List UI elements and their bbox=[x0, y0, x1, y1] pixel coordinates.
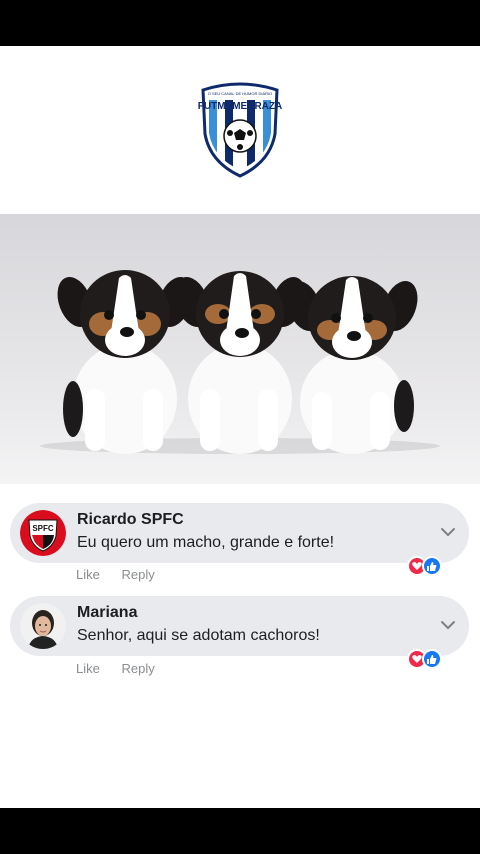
spfc-badge-text: SPFC bbox=[32, 524, 54, 533]
comment-author[interactable]: Ricardo SPFC bbox=[77, 511, 184, 529]
comment-text: Senhor, aqui se adotam cachoros! bbox=[77, 627, 320, 644]
comment-text: Eu quero um macho, grande e forte! bbox=[77, 534, 335, 551]
puppies-photo bbox=[0, 214, 480, 484]
comment-actions: Like Reply bbox=[76, 567, 173, 582]
reply-button[interactable]: Reply bbox=[121, 567, 154, 582]
brand-logo: O SEU CANAL DE HUMOR DIÁRIO FUTMEMEBRAZA bbox=[0, 78, 480, 178]
reply-button[interactable]: Reply bbox=[121, 661, 154, 676]
reaction-badges[interactable] bbox=[407, 649, 443, 669]
logo-brand-name: FUTMEMEBRAZA bbox=[198, 101, 282, 112]
chevron-down-icon[interactable] bbox=[439, 523, 457, 541]
comment-mariana: Mariana Senhor, aqui se adotam cachoros! bbox=[10, 596, 469, 656]
like-button[interactable]: Like bbox=[76, 661, 100, 676]
futmemebraza-shield-logo: O SEU CANAL DE HUMOR DIÁRIO FUTMEMEBRAZA bbox=[198, 82, 282, 178]
avatar-spfc[interactable]: SPFC bbox=[20, 510, 66, 556]
post-frame: O SEU CANAL DE HUMOR DIÁRIO FUTMEMEBRAZA bbox=[0, 46, 480, 808]
logo-tagline: O SEU CANAL DE HUMOR DIÁRIO bbox=[208, 91, 273, 96]
reaction-badges[interactable] bbox=[407, 556, 443, 576]
comment-ricardo: SPFC Ricardo SPFC Eu quero um macho, gra… bbox=[10, 503, 469, 563]
comment-actions: Like Reply bbox=[76, 661, 173, 676]
comment-author[interactable]: Mariana bbox=[77, 604, 137, 622]
avatar-mariana[interactable] bbox=[20, 603, 66, 649]
chevron-down-icon[interactable] bbox=[439, 616, 457, 634]
like-button[interactable]: Like bbox=[76, 567, 100, 582]
